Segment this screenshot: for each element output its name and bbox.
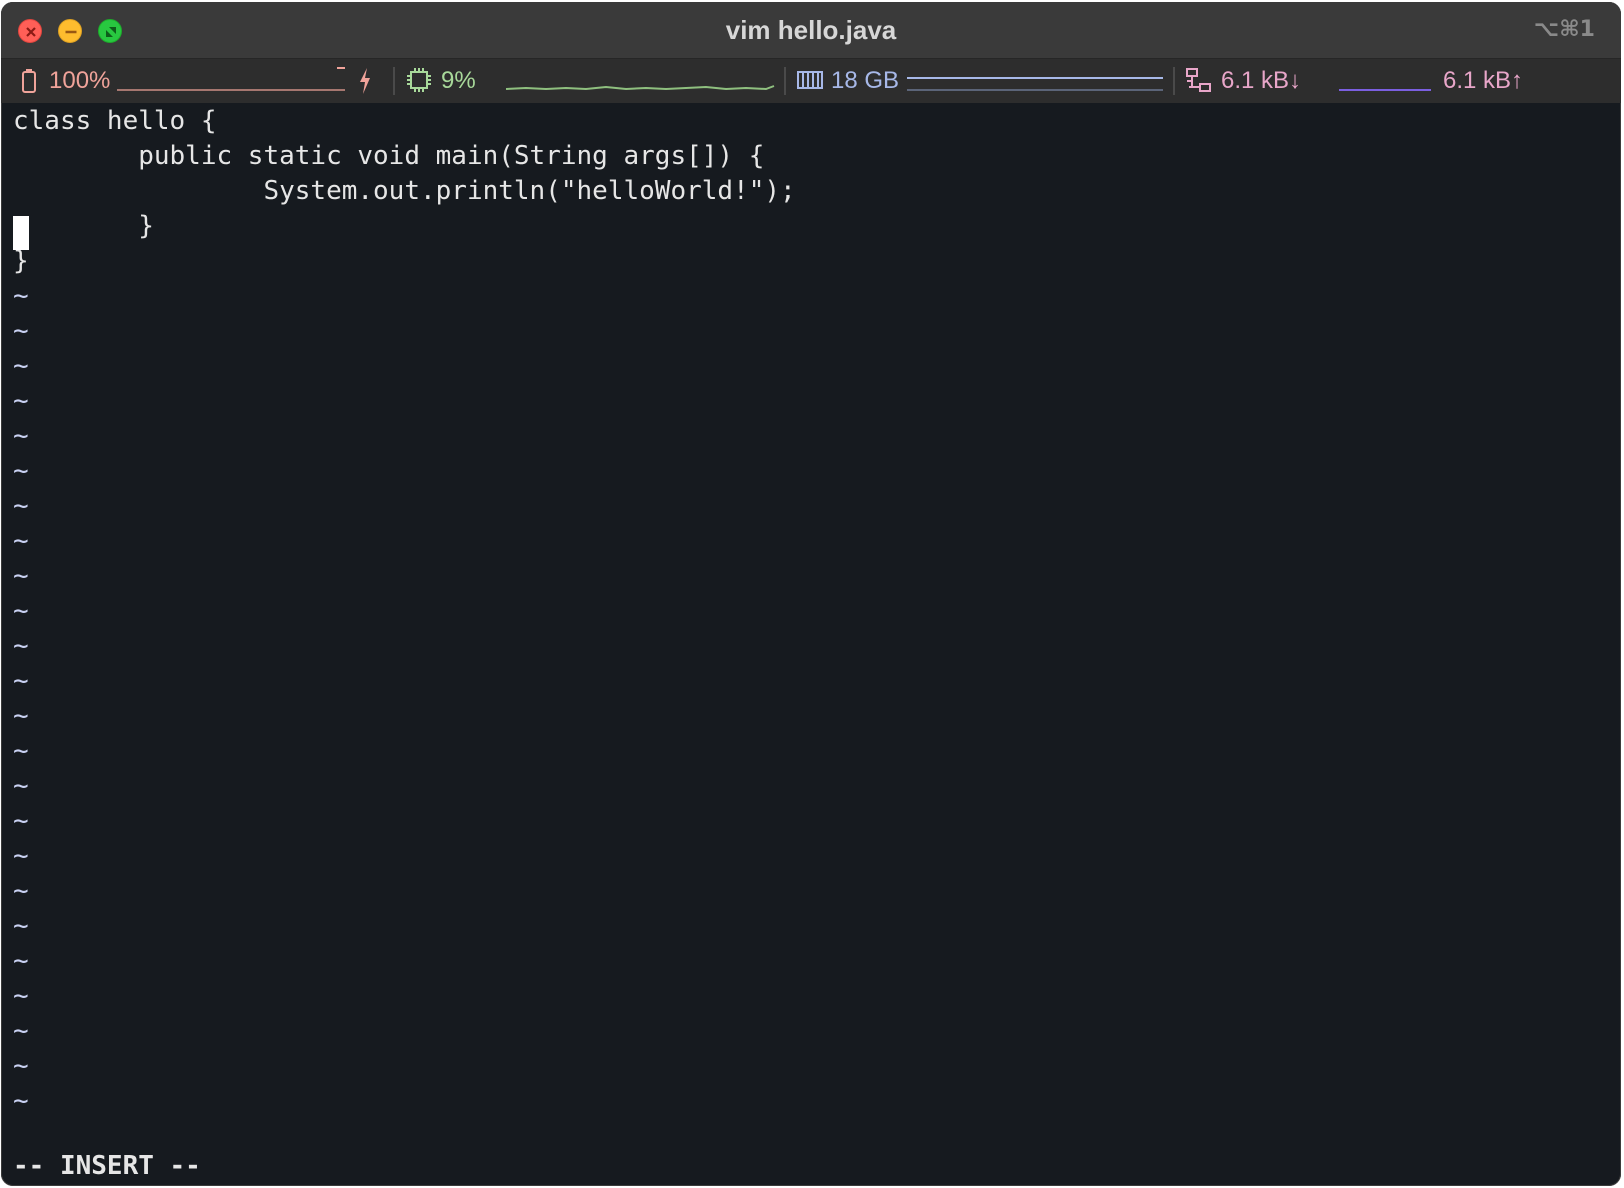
empty-line-marker: ~: [13, 1016, 29, 1046]
empty-line-marker: ~: [13, 1051, 29, 1081]
empty-line-marker: ~: [13, 911, 29, 941]
empty-line-marker: ~: [13, 281, 29, 311]
battery-icon: [22, 69, 36, 93]
memory-graph-base: [907, 89, 1163, 91]
vim-mode-indicator: -- INSERT --: [13, 1151, 201, 1181]
empty-line-marker: ~: [13, 1086, 29, 1116]
empty-line-marker: ~: [13, 946, 29, 976]
network-icon: [1186, 68, 1211, 92]
cpu-icon: [407, 68, 431, 92]
empty-line-marker: ~: [13, 701, 29, 731]
empty-line-marker: ~: [13, 806, 29, 836]
empty-line-marker: ~: [13, 771, 29, 801]
empty-line-marker: ~: [13, 491, 29, 521]
cpu-graph: [506, 85, 775, 91]
code-line[interactable]: System.out.println("helloWorld!");: [13, 173, 795, 209]
empty-line-marker: ~: [13, 596, 29, 626]
empty-line-marker: ~: [13, 631, 29, 661]
terminal-window: vim hello.java ⌥⌘1 100% 9% 18 GB 6.1 kB↓…: [1, 2, 1621, 1186]
code-line[interactable]: }: [13, 208, 154, 244]
empty-line-marker: ~: [13, 526, 29, 556]
empty-line-marker: ~: [13, 981, 29, 1011]
empty-line-marker: ~: [13, 316, 29, 346]
empty-line-marker: ~: [13, 736, 29, 766]
vim-editor[interactable]: class hello { public static void main(St…: [1, 103, 1621, 1186]
battery-graph: [117, 89, 345, 91]
network-download: 6.1 kB↓: [1221, 67, 1302, 94]
empty-line-marker: ~: [13, 876, 29, 906]
battery-graph-mark: [337, 67, 345, 69]
memory-usage: 18 GB: [831, 67, 900, 94]
battery-percent: 100%: [49, 67, 111, 94]
separator: [1173, 67, 1175, 95]
empty-line-marker: ~: [13, 666, 29, 696]
separator: [784, 67, 786, 95]
title-bar: vim hello.java ⌥⌘1: [1, 2, 1621, 59]
empty-line-marker: ~: [13, 421, 29, 451]
code-line[interactable]: public static void main(String args[]) {: [13, 138, 764, 174]
empty-line-marker: ~: [13, 386, 29, 416]
text-cursor: [13, 216, 29, 250]
lightning-bolt-icon: [360, 68, 370, 94]
code-line[interactable]: class hello {: [13, 103, 217, 139]
status-bar: 100% 9% 18 GB 6.1 kB↓ 6.1 kB↑: [1, 59, 1621, 103]
cpu-percent: 9%: [441, 67, 476, 94]
empty-line-marker: ~: [13, 841, 29, 871]
separator: [393, 67, 395, 95]
empty-line-marker: ~: [13, 351, 29, 381]
window-shortcut: ⌥⌘1: [1533, 17, 1595, 42]
network-graph: [1339, 89, 1431, 91]
empty-line-marker: ~: [13, 561, 29, 591]
network-upload: 6.1 kB↑: [1443, 67, 1524, 94]
window-title: vim hello.java: [725, 15, 897, 45]
empty-line-marker: ~: [13, 456, 29, 486]
memory-graph: [907, 77, 1163, 79]
memory-icon: [797, 71, 823, 89]
